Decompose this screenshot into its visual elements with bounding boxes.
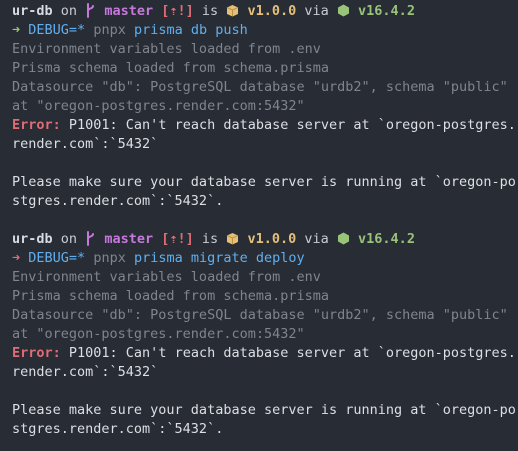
right-arrow-icon: ➜: [12, 250, 21, 266]
output-line: Environment variables loaded from .env: [12, 41, 321, 57]
hint-line: Please make sure your database server is…: [12, 174, 516, 190]
package-box-icon: [227, 233, 239, 245]
package-version: v1.0.0: [247, 3, 297, 19]
command-line: ➜ DEBUG=* pnpx prisma migrate deploy: [12, 249, 518, 268]
command-env: DEBUG=*: [28, 250, 86, 266]
command-line: ➜ DEBUG=* pnpx prisma db push: [12, 21, 518, 40]
hint-line: Please make sure your database server is…: [12, 402, 516, 418]
output-line: Datasource "db": PostgreSQL database "ur…: [12, 307, 508, 323]
prompt-directory: ur-db: [12, 3, 53, 19]
output-line: Prisma schema loaded from schema.prisma: [12, 288, 329, 304]
error-message: P1001: Can't reach database server at `o…: [60, 117, 516, 133]
error-line-continued: render.com`:`5432`: [12, 364, 159, 380]
command-block-2: ur-db on master [⇡!] is v1.0.0 via v16.4…: [12, 230, 518, 439]
package-version: v1.0.0: [247, 231, 297, 247]
shell-prompt: ur-db on master [⇡!] is v1.0.0 via v16.4…: [12, 2, 518, 21]
output-line: at "oregon-postgres.render.com:5432": [12, 98, 305, 114]
output-line: Environment variables loaded from .env: [12, 269, 321, 285]
prompt-on-text: on: [60, 3, 78, 19]
command-runner: pnpx: [93, 22, 126, 38]
prompt-is-text: is: [201, 231, 219, 247]
nodejs-hexagon-icon: [337, 232, 349, 245]
package-box-icon: [227, 5, 239, 17]
error-message: P1001: Can't reach database server at `o…: [60, 345, 516, 361]
node-version: v16.4.2: [358, 231, 415, 247]
prompt-is-text: is: [201, 3, 219, 19]
error-line: Error: P1001: Can't reach database serve…: [12, 344, 518, 363]
node-version: v16.4.2: [358, 3, 415, 19]
output-line: Datasource "db": PostgreSQL database "ur…: [12, 79, 508, 95]
output-line: Prisma schema loaded from schema.prisma: [12, 60, 329, 76]
command-args: prisma db push: [133, 22, 248, 38]
output-line: at "oregon-postgres.render.com:5432": [12, 326, 305, 342]
terminal-window[interactable]: ur-db on master [⇡!] is v1.0.0 via v16.4…: [0, 0, 518, 439]
error-line: Error: P1001: Can't reach database serve…: [12, 116, 518, 135]
git-status: [⇡!]: [161, 231, 194, 247]
error-label: Error:: [12, 345, 61, 361]
hint-line-continued: stgres.render.com`:`5432`.: [12, 421, 224, 437]
prompt-on-text: on: [60, 231, 78, 247]
git-branch-icon: [87, 231, 95, 246]
prompt-via-text: via: [304, 3, 329, 19]
command-block-1: ur-db on master [⇡!] is v1.0.0 via v16.4…: [12, 2, 518, 211]
error-line-continued: render.com`:`5432`: [12, 136, 159, 152]
git-branch-icon: [87, 3, 95, 18]
git-branch-name: master: [104, 231, 154, 247]
command-runner: pnpx: [93, 250, 126, 266]
shell-prompt: ur-db on master [⇡!] is v1.0.0 via v16.4…: [12, 230, 518, 249]
prompt-via-text: via: [304, 231, 329, 247]
error-label: Error:: [12, 117, 61, 133]
right-arrow-icon: ➜: [12, 22, 21, 38]
nodejs-hexagon-icon: [337, 4, 349, 17]
command-args: prisma migrate deploy: [133, 250, 305, 266]
hint-line-continued: stgres.render.com`:`5432`.: [12, 193, 224, 209]
git-status: [⇡!]: [161, 3, 194, 19]
command-env: DEBUG=*: [28, 22, 86, 38]
git-branch-name: master: [104, 3, 154, 19]
prompt-directory: ur-db: [12, 231, 53, 247]
